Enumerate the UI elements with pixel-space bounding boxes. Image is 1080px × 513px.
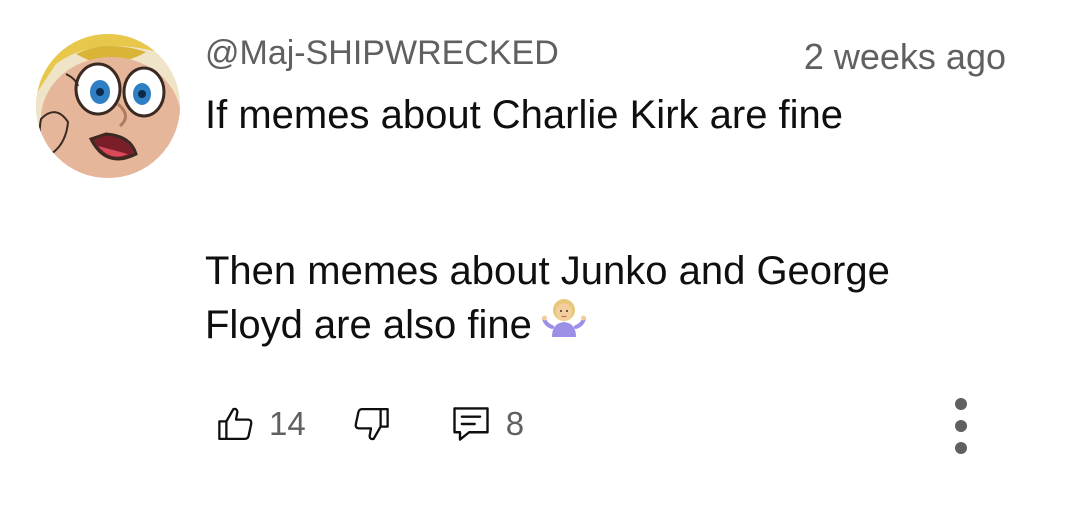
avatar[interactable] <box>36 34 180 178</box>
more-vertical-icon-dot <box>955 442 967 454</box>
comment-text-line: Floyd are also fine <box>205 298 586 352</box>
more-vertical-icon <box>955 398 967 410</box>
dislike-button[interactable] <box>350 402 392 446</box>
thumbs-down-icon <box>354 407 389 441</box>
comment-actions: 14 8 <box>215 398 524 450</box>
reply-count: 8 <box>505 405 525 442</box>
comment-timestamp[interactable]: 2 weeks ago <box>804 36 1006 78</box>
avatar-cartoon-icon <box>36 34 180 178</box>
comment-text-fragment: Floyd are also fine <box>205 303 532 347</box>
comment-icon <box>453 407 489 441</box>
comment-text-line: If memes about Charlie Kirk are fine <box>205 93 844 137</box>
more-vertical-icon-dot <box>955 420 967 432</box>
like-button[interactable]: 14 <box>215 402 306 446</box>
comment-author[interactable]: @Maj-SHIPWRECKED <box>205 34 559 73</box>
reply-button[interactable]: 8 <box>448 402 524 446</box>
thumbs-up-icon <box>218 407 253 441</box>
comment-text-line: Then memes about Junko and George <box>205 249 890 293</box>
like-count: 14 <box>269 405 306 442</box>
more-options-button[interactable] <box>946 398 976 454</box>
person-shrugging-emoji <box>541 297 586 351</box>
comment-item: @Maj-SHIPWRECKED 2 weeks ago If memes ab… <box>0 0 1080 513</box>
